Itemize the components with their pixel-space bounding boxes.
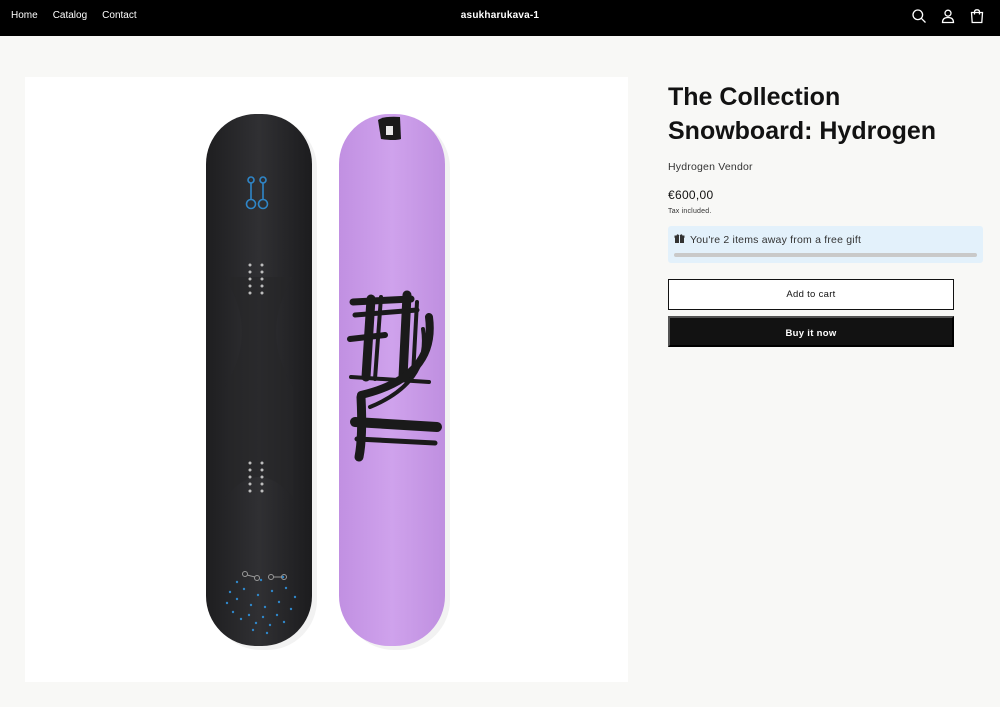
buy-now-button[interactable]: Buy it now — [668, 316, 954, 347]
nav-link-home[interactable]: Home — [11, 10, 38, 21]
product-image[interactable] — [25, 77, 628, 682]
header-icons — [911, 8, 985, 24]
product-vendor: Hydrogen Vendor — [668, 161, 753, 173]
nav-link-contact[interactable]: Contact — [102, 10, 136, 21]
nav-link-catalog[interactable]: Catalog — [53, 10, 87, 21]
board-top-view — [206, 114, 317, 650]
product-title: The Collection Snowboard: Hydrogen — [668, 83, 937, 145]
account-icon[interactable] — [940, 8, 956, 24]
add-to-cart-button[interactable]: Add to cart — [668, 279, 954, 310]
tax-note: Tax included. — [668, 208, 712, 215]
product-info: The Collection Snowboard: Hydrogen Hydro… — [668, 80, 958, 215]
board-bottom-view — [339, 114, 450, 650]
free-gift-progress-bar — [674, 253, 977, 257]
gift-icon — [674, 233, 685, 244]
product-price: €600,00 — [668, 188, 714, 202]
cart-icon[interactable] — [969, 8, 985, 24]
free-gift-message: You're 2 items away from a free gift — [690, 234, 862, 246]
free-gift-banner: You're 2 items away from a free gift — [668, 226, 983, 263]
top-header: Home Catalog Contact asukharukava-1 — [0, 0, 1000, 36]
store-name[interactable]: asukharukava-1 — [0, 10, 1000, 21]
main-nav: Home Catalog Contact — [11, 10, 137, 21]
search-icon[interactable] — [911, 8, 927, 24]
